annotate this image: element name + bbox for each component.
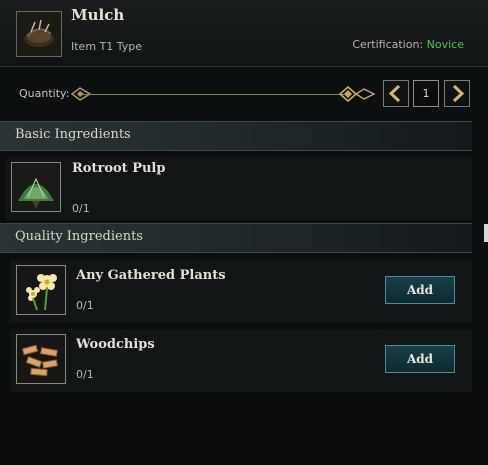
quality-ingredients-title: Quality Ingredients: [15, 229, 143, 244]
woodchips-icon: [16, 334, 66, 384]
quantity-input[interactable]: 1: [413, 80, 439, 107]
add-any-gathered-plants-button[interactable]: Add: [385, 276, 455, 304]
ingredient-count: 0/1: [76, 299, 94, 312]
ingredient-count: 0/1: [72, 202, 90, 215]
herb-bundle-icon: [11, 162, 61, 212]
quality-ingredients-header: Quality Ingredients: [0, 223, 472, 253]
chevron-left-icon: [388, 84, 401, 103]
certification-level: Novice: [426, 38, 464, 51]
add-woodchips-button[interactable]: Add: [385, 345, 455, 373]
quantity-decrease-button[interactable]: [383, 80, 409, 107]
basic-ingredients-title: Basic Ingredients: [15, 127, 131, 142]
certification-label: Certification:: [352, 38, 424, 51]
scrollbar[interactable]: [484, 224, 488, 242]
flower-icon: [16, 265, 66, 315]
certification: Certification: Novice: [352, 38, 464, 51]
slider-track: [82, 94, 346, 95]
crafting-panel: Mulch Item T1 Type Certification: Novice…: [0, 0, 488, 465]
item-title: Mulch: [71, 6, 125, 24]
ingredient-row-any-gathered-plants: Any Gathered Plants 0/1 Add: [10, 260, 472, 323]
item-icon: [16, 11, 62, 57]
quantity-slider[interactable]: [70, 85, 376, 103]
basic-ingredients-header: Basic Ingredients: [0, 121, 472, 151]
slider-handle-icon[interactable]: [338, 85, 376, 103]
ingredient-name: Any Gathered Plants: [76, 268, 226, 283]
chevron-right-icon: [452, 84, 465, 103]
ingredient-name: Woodchips: [76, 337, 155, 352]
quantity-increase-button[interactable]: [444, 80, 470, 107]
quantity-label: Quantity:: [19, 87, 70, 100]
ingredient-name: Rotroot Pulp: [72, 161, 166, 176]
item-type: Item T1 Type: [71, 40, 143, 53]
item-header: Mulch Item T1 Type Certification: Novice: [0, 0, 488, 67]
ingredient-count: 0/1: [76, 368, 94, 381]
ingredient-row-woodchips: Woodchips 0/1 Add: [10, 329, 472, 392]
ingredient-row-rotroot-pulp: Rotroot Pulp 0/1: [6, 157, 472, 220]
